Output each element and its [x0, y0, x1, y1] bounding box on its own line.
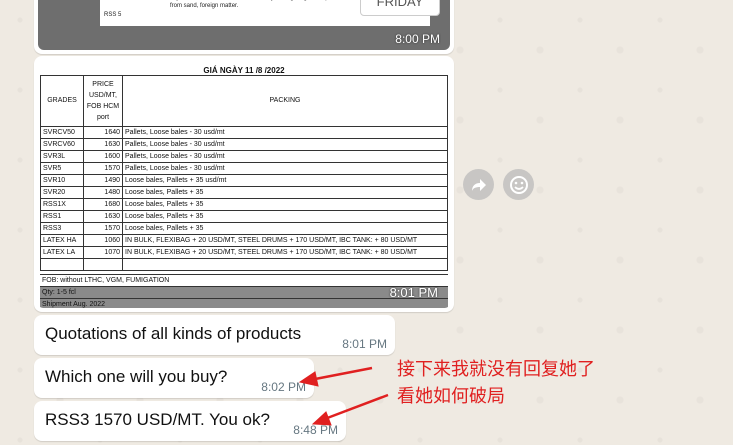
annotation-arrows	[298, 366, 389, 426]
annotation-arrow-2	[321, 393, 389, 422]
annotation-arrow-2-head	[311, 411, 332, 426]
annotation-arrow-1-head	[298, 371, 319, 387]
annotation-arrow-1	[309, 366, 373, 382]
